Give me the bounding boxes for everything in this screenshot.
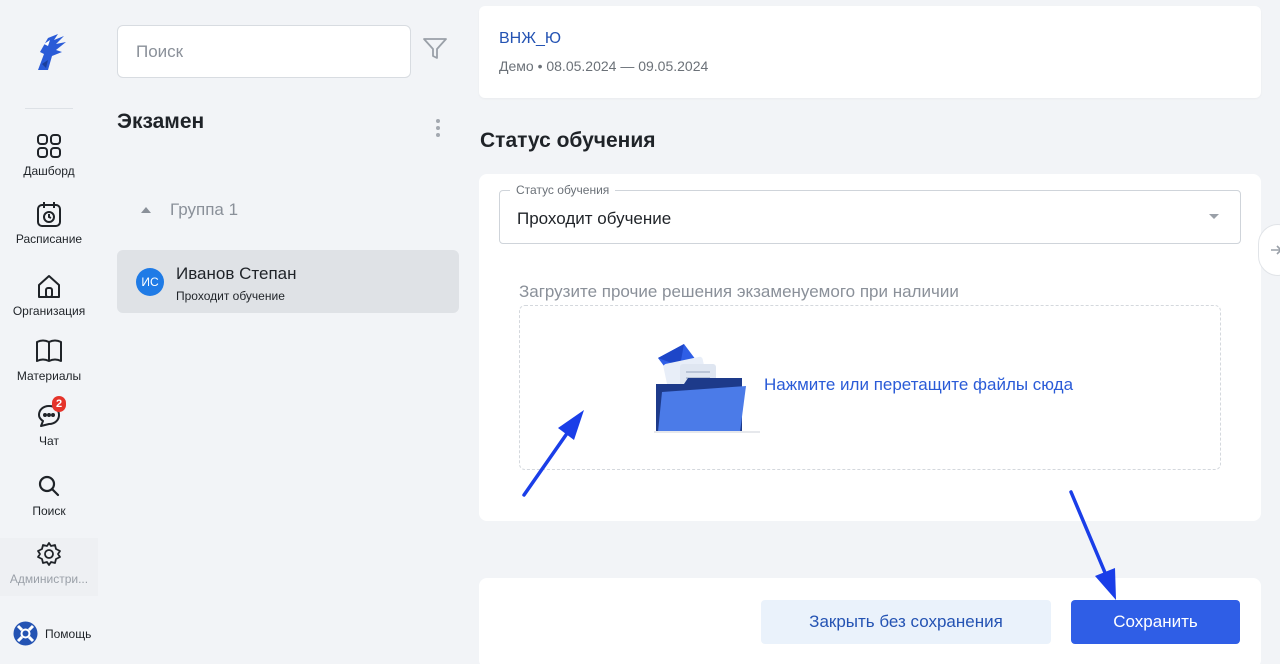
nav-label: Дашборд	[23, 164, 75, 178]
caret-up-icon	[141, 207, 151, 213]
kebab-dot	[436, 119, 440, 123]
nav-label: Материалы	[16, 369, 82, 383]
nav-item-search[interactable]: Поиск	[0, 472, 98, 536]
more-options-button[interactable]	[428, 114, 448, 142]
nav-item-dashboard[interactable]: Дашборд	[0, 132, 98, 196]
nav-label: Чат	[39, 434, 59, 448]
select-value: Проходит обучение	[517, 209, 672, 228]
search-input[interactable]	[136, 41, 392, 62]
close-without-saving-button[interactable]: Закрыть без сохранения	[761, 600, 1051, 644]
chat-badge: 2	[52, 396, 66, 412]
section-title: Статус обучения	[480, 129, 656, 152]
left-nav-rail: Дашборд Расписание Организация Материалы…	[0, 0, 98, 664]
nav-label: Расписание	[15, 232, 83, 246]
actions-footer: Закрыть без сохранения Сохранить	[479, 578, 1261, 664]
rail-divider	[25, 108, 73, 109]
nav-item-schedule[interactable]: Расписание	[0, 200, 98, 264]
course-info-card: ВНЖ_Ю Демо • 08.05.2024 — 09.05.2024	[479, 6, 1261, 98]
course-dates: Демо • 08.05.2024 — 09.05.2024	[499, 58, 709, 74]
calendar-icon	[35, 200, 63, 228]
exam-title: Экзамен	[117, 110, 205, 133]
book-icon	[35, 337, 63, 365]
group-toggle[interactable]: Группа 1	[140, 200, 238, 220]
chat-icon: 2	[35, 396, 66, 430]
course-title[interactable]: ВНЖ_Ю	[499, 30, 561, 48]
search-box[interactable]	[117, 25, 411, 78]
student-list-item[interactable]: ИС Иванов Степан Проходит обучение	[117, 250, 459, 313]
filter-icon	[423, 38, 447, 59]
nav-item-materials[interactable]: Материалы	[0, 337, 98, 401]
file-dropzone[interactable]: Нажмите или перетащите файлы сюда	[519, 305, 1221, 470]
help-button[interactable]: Помощь	[12, 620, 91, 647]
student-status: Проходит обучение	[176, 289, 285, 303]
nav-item-organization[interactable]: Организация	[0, 272, 98, 336]
student-name: Иванов Степан	[176, 264, 297, 283]
folder-upload-icon	[654, 344, 760, 433]
arrow-right-icon	[1271, 245, 1280, 255]
save-button[interactable]: Сохранить	[1071, 600, 1240, 644]
caret-down-icon	[1209, 214, 1219, 219]
nav-label: Администри...	[9, 572, 89, 586]
gear-icon	[35, 540, 63, 568]
search-icon	[35, 472, 63, 500]
nav-item-chat[interactable]: 2 Чат	[0, 396, 98, 466]
organization-icon	[35, 272, 63, 300]
avatar: ИС	[136, 268, 164, 296]
kebab-dot	[436, 126, 440, 130]
app-logo[interactable]	[28, 30, 70, 74]
kebab-dot	[436, 133, 440, 137]
dashboard-icon	[35, 132, 63, 160]
help-label: Помощь	[45, 626, 92, 641]
nav-label: Организация	[12, 304, 86, 318]
nav-item-administration[interactable]: Администри...	[0, 538, 98, 596]
training-status-select[interactable]: Статус обучения Проходит обучение	[499, 183, 1241, 244]
group-label: Группа 1	[170, 200, 239, 219]
select-label: Статус обучения	[510, 183, 616, 197]
nav-label: Поиск	[32, 504, 66, 518]
dropzone-text: Нажмите или перетащите файлы сюда	[764, 375, 1074, 394]
training-status-card: Статус обучения Проходит обучение Загруз…	[479, 174, 1261, 521]
upload-label: Загрузите прочие решения экзаменуемого п…	[519, 282, 959, 301]
lifebuoy-icon	[13, 621, 38, 646]
panel-collapse-handle[interactable]	[1258, 224, 1280, 276]
filter-button[interactable]	[420, 34, 450, 64]
